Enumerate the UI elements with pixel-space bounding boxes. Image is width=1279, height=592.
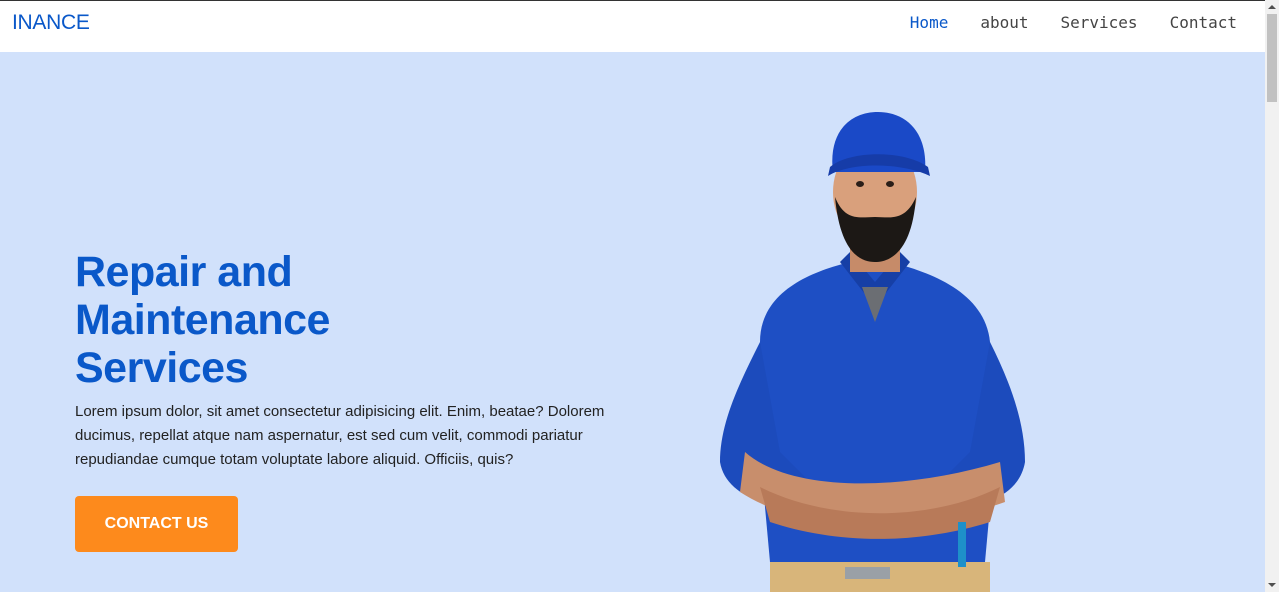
- scroll-up-icon[interactable]: [1265, 0, 1279, 14]
- hero-description: Lorem ipsum dolor, sit amet consectetur …: [75, 403, 605, 468]
- repairman-image: [720, 112, 1025, 592]
- site-header: INANCE Home about Services Contact: [0, 1, 1265, 52]
- hero-title-line-1: Repair and: [75, 248, 293, 296]
- scroll-down-icon[interactable]: [1265, 578, 1279, 592]
- nav-about[interactable]: about: [980, 13, 1028, 33]
- nav-contact[interactable]: Contact: [1170, 13, 1237, 33]
- brand-logo[interactable]: INANCE: [12, 11, 90, 35]
- hero-title-line-2: Maintenance: [75, 296, 330, 344]
- hero-title-line-3: Services: [75, 344, 248, 392]
- hero-title: Repair and Maintenance Services: [75, 248, 495, 392]
- main-nav: Home about Services Contact: [878, 13, 1237, 33]
- nav-services[interactable]: Services: [1061, 13, 1138, 33]
- scrollbar-thumb[interactable]: [1267, 14, 1277, 102]
- contact-us-button[interactable]: CONTACT US: [75, 496, 238, 552]
- hero-section: Repair and Maintenance Services Lorem ip…: [0, 52, 1265, 592]
- nav-home[interactable]: Home: [910, 13, 949, 33]
